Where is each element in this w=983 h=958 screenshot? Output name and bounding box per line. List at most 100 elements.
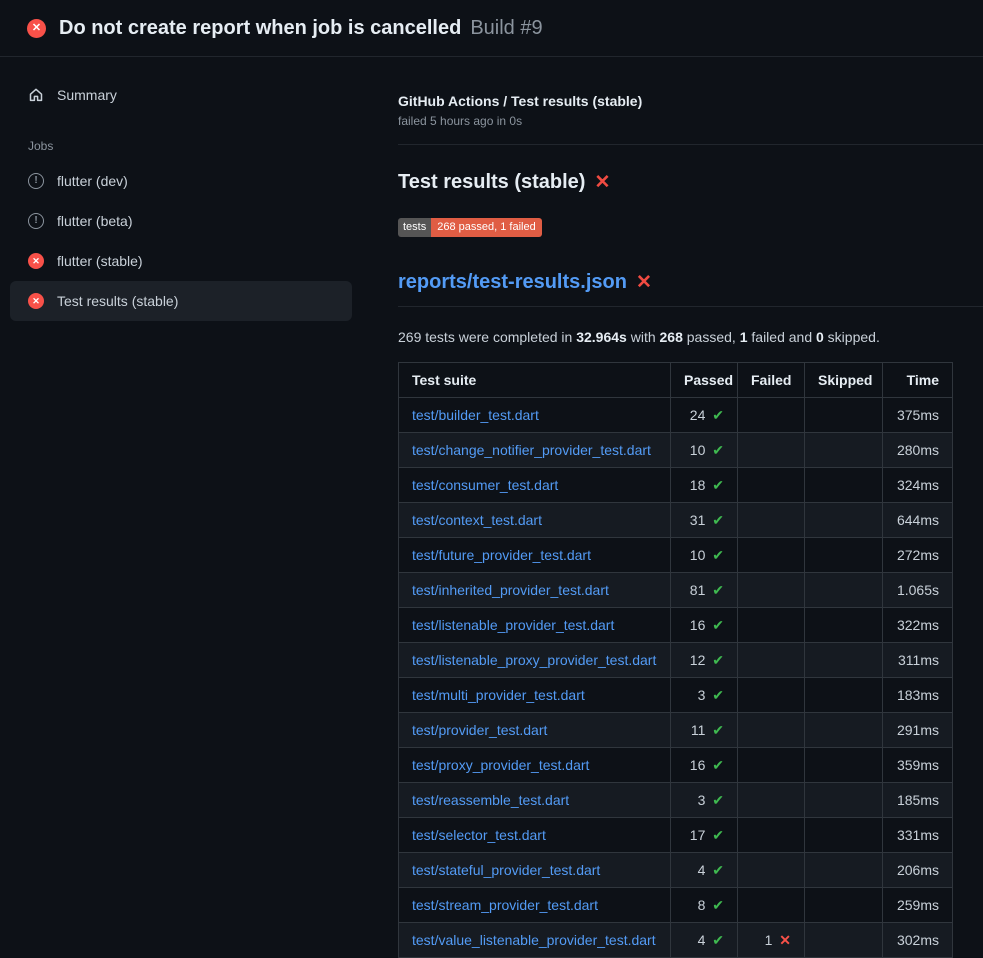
- breadcrumb: GitHub Actions / Test results (stable): [398, 93, 983, 109]
- sidebar-item-summary[interactable]: Summary: [10, 77, 352, 113]
- sidebar-job-item[interactable]: ✕Test results (stable): [10, 281, 352, 321]
- test-suite-link[interactable]: test/value_listenable_provider_test.dart: [412, 932, 656, 948]
- failed-cell: [738, 853, 805, 888]
- skipped-cell: [805, 748, 883, 783]
- test-suite-link[interactable]: test/context_test.dart: [412, 512, 542, 528]
- check-run-header: ✕ Do not create report when job is cance…: [0, 0, 983, 57]
- report-title: reports/test-results.json ✕: [398, 271, 983, 307]
- summary-part: skipped.: [824, 329, 880, 345]
- test-suite-link[interactable]: test/stream_provider_test.dart: [412, 897, 598, 913]
- test-suite-link[interactable]: test/reassemble_test.dart: [412, 792, 569, 808]
- test-suite-link[interactable]: test/change_notifier_provider_test.dart: [412, 442, 651, 458]
- column-header-test-suite: Test suite: [399, 363, 671, 398]
- sidebar-job-item[interactable]: !flutter (beta): [10, 201, 352, 241]
- table-row: test/inherited_provider_test.dart 81 ✔ 1.0…: [399, 573, 953, 608]
- job-label: flutter (stable): [57, 253, 143, 269]
- job-label: Test results (stable): [57, 293, 178, 309]
- home-icon: [28, 87, 44, 103]
- summary-part: 32.964s: [576, 329, 627, 345]
- failed-cell: [738, 398, 805, 433]
- skipped-cell: [805, 888, 883, 923]
- passed-cell: 3 ✔: [671, 783, 738, 818]
- time-cell: 324ms: [883, 468, 953, 503]
- cross-icon: ✕: [779, 932, 791, 948]
- passed-cell: 18 ✔: [671, 468, 738, 503]
- table-row: test/selector_test.dart17 ✔331ms: [399, 818, 953, 853]
- passed-cell: 3 ✔: [671, 678, 738, 713]
- sidebar-job-item[interactable]: ✕flutter (stable): [10, 241, 352, 281]
- suite-cell: test/consumer_test.dart: [399, 468, 671, 503]
- passed-cell: 4 ✔: [671, 853, 738, 888]
- test-suite-link[interactable]: test/inherited_provider_test.dart: [412, 582, 609, 598]
- test-suite-link[interactable]: test/stateful_provider_test.dart: [412, 862, 600, 878]
- sidebar-job-item[interactable]: !flutter (dev): [10, 161, 352, 201]
- table-row: test/listenable_proxy_provider_test.dart…: [399, 643, 953, 678]
- test-suite-link[interactable]: test/proxy_provider_test.dart: [412, 757, 589, 773]
- time-cell: 322ms: [883, 608, 953, 643]
- passed-cell: 81 ✔: [671, 573, 738, 608]
- passed-cell: 8 ✔: [671, 888, 738, 923]
- cross-mark-icon: ✕: [636, 273, 652, 292]
- jobs-list: !flutter (dev)!flutter (beta)✕flutter (s…: [10, 161, 352, 321]
- summary-part: failed and: [748, 329, 817, 345]
- test-suite-link[interactable]: test/future_provider_test.dart: [412, 547, 591, 563]
- skipped-cell: [805, 713, 883, 748]
- test-suite-link[interactable]: test/selector_test.dart: [412, 827, 546, 843]
- skipped-cell: [805, 783, 883, 818]
- suite-cell: test/stream_provider_test.dart: [399, 888, 671, 923]
- failed-cell: [738, 678, 805, 713]
- skipped-cell: [805, 923, 883, 958]
- passed-cell: 12 ✔: [671, 643, 738, 678]
- check-icon: ✔: [712, 547, 724, 563]
- table-row: test/stream_provider_test.dart8 ✔259ms: [399, 888, 953, 923]
- alert-circle-icon: !: [28, 173, 44, 189]
- time-cell: 375ms: [883, 398, 953, 433]
- table-row: test/proxy_provider_test.dart16 ✔359ms: [399, 748, 953, 783]
- failed-cell: [738, 468, 805, 503]
- test-suite-link[interactable]: test/provider_test.dart: [412, 722, 547, 738]
- test-suite-link[interactable]: test/listenable_proxy_provider_test.dart: [412, 652, 656, 668]
- check-icon: ✔: [712, 757, 724, 773]
- table-row: test/context_test.dart31 ✔644ms: [399, 503, 953, 538]
- failed-cell: [738, 538, 805, 573]
- table-header-row: Test suite Passed Failed Skipped Time: [399, 363, 953, 398]
- table-row: test/listenable_provider_test.dart16 ✔32…: [399, 608, 953, 643]
- test-suite-link[interactable]: test/consumer_test.dart: [412, 477, 558, 493]
- check-icon: ✔: [712, 792, 724, 808]
- report-file-link[interactable]: reports/test-results.json: [398, 271, 627, 294]
- column-header-passed: Passed: [671, 363, 738, 398]
- check-run-title: Do not create report when job is cancell…: [59, 17, 461, 40]
- check-icon: ✔: [712, 932, 724, 948]
- test-suite-link[interactable]: test/builder_test.dart: [412, 407, 539, 423]
- check-icon: ✔: [712, 652, 724, 668]
- time-cell: 185ms: [883, 783, 953, 818]
- table-row: test/future_provider_test.dart10 ✔272ms: [399, 538, 953, 573]
- table-row: test/reassemble_test.dart 3 ✔ 185ms: [399, 783, 953, 818]
- skipped-cell: [805, 468, 883, 503]
- check-icon: ✔: [712, 687, 724, 703]
- summary-part: passed,: [683, 329, 740, 345]
- column-header-time: Time: [883, 363, 953, 398]
- divider: [398, 144, 983, 145]
- failed-cell: [738, 608, 805, 643]
- passed-cell: 10 ✔: [671, 538, 738, 573]
- passed-cell: 4 ✔: [671, 923, 738, 958]
- job-label: flutter (beta): [57, 213, 132, 229]
- suite-cell: test/future_provider_test.dart: [399, 538, 671, 573]
- test-suite-link[interactable]: test/listenable_provider_test.dart: [412, 617, 614, 633]
- failed-cell: 1 ✕: [738, 923, 805, 958]
- results-table: Test suite Passed Failed Skipped Time te…: [398, 362, 953, 958]
- badge-value: 268 passed, 1 failed: [431, 218, 541, 237]
- suite-cell: test/inherited_provider_test.dart: [399, 573, 671, 608]
- failed-cell: [738, 503, 805, 538]
- column-header-failed: Failed: [738, 363, 805, 398]
- cross-mark-icon: ✕: [594, 173, 610, 192]
- table-row: test/builder_test.dart24 ✔375ms: [399, 398, 953, 433]
- test-suite-link[interactable]: test/multi_provider_test.dart: [412, 687, 585, 703]
- check-icon: ✔: [712, 512, 724, 528]
- table-row: test/change_notifier_provider_test.dart1…: [399, 433, 953, 468]
- skipped-cell: [805, 853, 883, 888]
- time-cell: 1.065s: [883, 573, 953, 608]
- suite-cell: test/listenable_provider_test.dart: [399, 608, 671, 643]
- time-cell: 206ms: [883, 853, 953, 888]
